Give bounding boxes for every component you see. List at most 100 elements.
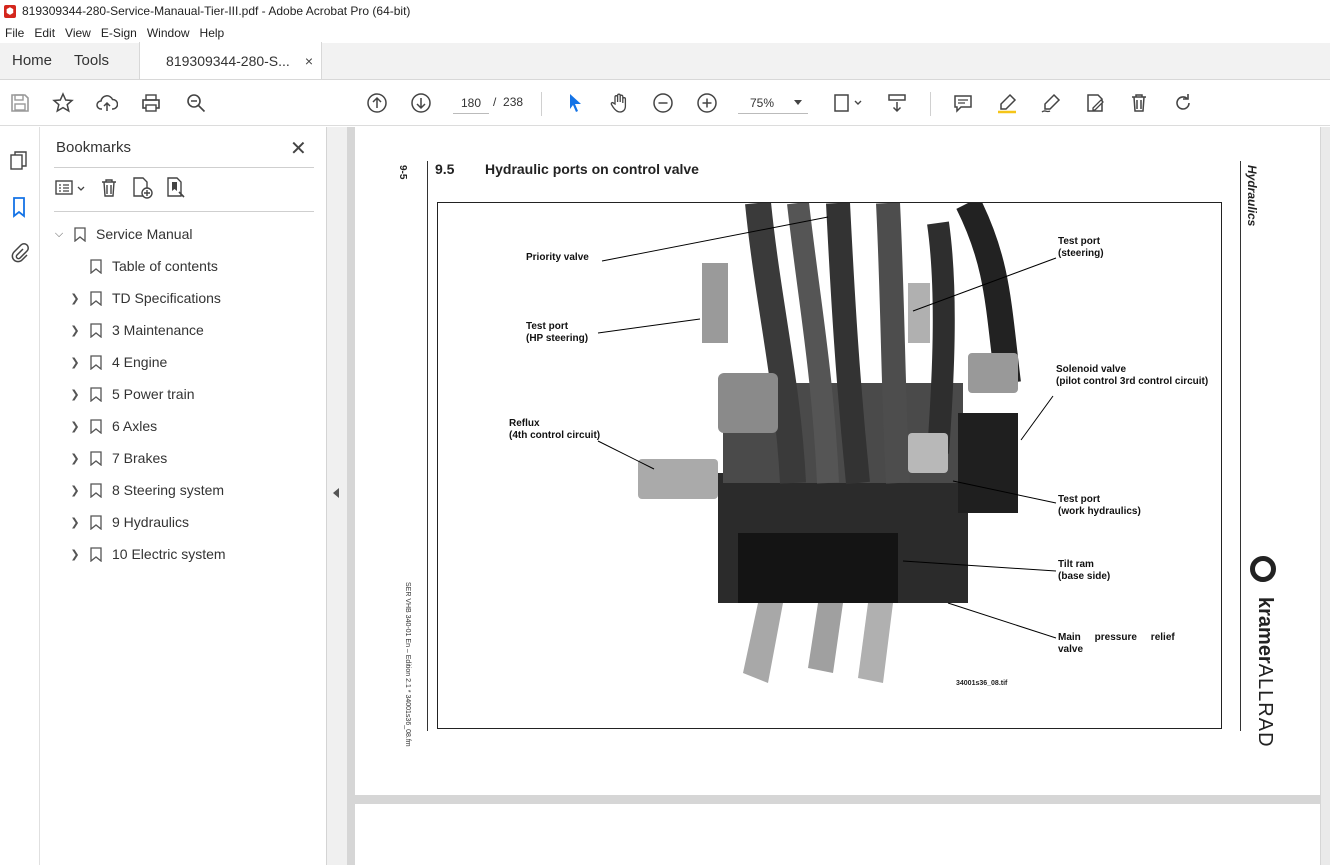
bookmark-axles[interactable]: ❯ 6 Axles [68,414,157,438]
save-icon[interactable] [7,90,33,116]
panel-divider [54,211,314,212]
bookmark-icon [90,290,102,306]
main-toolbar: / 238 75% [0,80,1330,126]
rotate-icon[interactable] [1170,90,1196,116]
menu-help[interactable]: Help [195,26,230,40]
page-thumbnails-icon[interactable] [7,149,31,173]
tab-document[interactable]: 819309344-280-S... × [139,42,323,79]
bookmark-electric-system[interactable]: ❯ 10 Electric system [68,542,225,566]
callout-reflux: Reflux (4th control circuit) [509,418,601,441]
kramer-logo-icon [1250,556,1276,582]
bookmark-service-manual[interactable]: ⌵ Service Manual [52,222,193,246]
comment-icon[interactable] [950,90,976,116]
chevron-right-icon[interactable]: ❯ [68,516,82,529]
highlight-pen-icon[interactable] [994,90,1020,116]
bookmarks-panel: Bookmarks ✕ ⌵ Service Manual Table of co… [40,127,327,865]
delete-icon[interactable] [1126,90,1152,116]
menu-window[interactable]: Window [142,26,195,40]
chevron-right-icon[interactable]: ❯ [68,548,82,561]
page-fit-icon[interactable] [830,90,864,116]
hydraulic-valve-figure: Priority valve Test port (HP steering) Re… [437,197,1222,729]
menu-edit[interactable]: Edit [29,26,60,40]
chevron-right-icon[interactable]: ❯ [68,292,82,305]
tab-tools[interactable]: Tools [64,42,121,79]
toolbar-divider [541,92,542,116]
star-icon[interactable] [50,90,76,116]
bookmark-brakes[interactable]: ❯ 7 Brakes [68,446,167,470]
panel-divider [54,167,314,168]
figure-filename: 34001s36_08.tif [956,680,1008,687]
menu-view[interactable]: View [60,26,96,40]
document-viewer[interactable]: 9-5 9.5 Hydraulic ports on control valve [347,127,1330,865]
bookmark-icon [90,514,102,530]
select-cursor-icon[interactable] [562,90,588,116]
page-side-number: 9-5 [397,165,408,180]
callout-priority-valve: Priority valve [526,252,589,263]
chevron-right-icon[interactable]: ❯ [68,420,82,433]
chevron-right-icon[interactable]: ❯ [68,452,82,465]
section-title: Hydraulic ports on control valve [485,161,699,177]
acrobat-app-icon: ⬢ [4,4,16,18]
bookmark-icon [90,322,102,338]
bookmark-hydraulics[interactable]: ❯ 9 Hydraulics [68,510,189,534]
tab-bar: Home Tools 819309344-280-S... × [0,42,1330,80]
zoom-search-icon[interactable] [183,90,209,116]
section-number: 9.5 [435,161,455,177]
bookmark-icon [90,354,102,370]
window-titlebar: ⬢ 819309344-280-Service-Manaual-Tier-III… [0,0,1330,22]
bookmark-table-of-contents[interactable]: Table of contents [68,254,218,278]
page-total: / 238 [493,95,524,109]
bookmark-td-specifications[interactable]: ❯ TD Specifications [68,286,221,310]
bookmark-steering-system[interactable]: ❯ 8 Steering system [68,478,224,502]
left-navigation-rail [0,127,40,865]
page-rule-right [1240,161,1241,731]
attachments-paperclip-icon[interactable] [7,240,31,264]
page-number-input[interactable] [453,92,489,114]
callout-tilt-ram: Tilt ram (base side) [1058,559,1111,582]
close-tab-icon[interactable]: × [305,53,313,69]
callout-test-port-hp: Test port (HP steering) [526,321,589,344]
edit-pdf-icon[interactable] [1082,90,1108,116]
kramer-allrad-brand: kramerALLRAD [1254,597,1276,748]
bookmark-power-train[interactable]: ❯ 5 Power train [68,382,194,406]
bookmarks-icon[interactable] [7,195,31,219]
page-footer-text: SER VHB 340-01 En – Edition 2.1 * 34001s… [404,582,411,747]
chevron-right-icon[interactable]: ❯ [68,324,82,337]
delete-bookmark-icon[interactable] [98,177,120,204]
bookmark-icon [90,386,102,402]
bookmarks-panel-title: Bookmarks [56,139,132,156]
chevron-right-icon[interactable]: ❯ [68,356,82,369]
previous-page-icon[interactable] [364,90,390,116]
bookmark-maintenance[interactable]: ❯ 3 Maintenance [68,318,203,342]
chevron-down-icon[interactable]: ⌵ [52,228,66,241]
bookmark-icon [90,546,102,562]
collapse-panel-handle[interactable] [327,127,347,865]
cloud-upload-icon[interactable] [94,90,120,116]
bookmark-icon [90,418,102,434]
menu-file[interactable]: File [0,26,29,40]
window-title: 819309344-280-Service-Manaual-Tier-III.p… [22,4,411,18]
zoom-level-dropdown[interactable]: 75% [738,92,808,114]
chevron-right-icon[interactable]: ❯ [68,484,82,497]
bookmark-icon [90,482,102,498]
zoom-out-icon[interactable] [650,90,676,116]
bookmark-engine[interactable]: ❯ 4 Engine [68,350,167,374]
scroll-mode-icon[interactable] [884,90,910,116]
page-rule-left [427,161,428,731]
sign-icon[interactable] [1038,90,1064,116]
chevron-right-icon[interactable]: ❯ [68,388,82,401]
next-page-icon[interactable] [408,90,434,116]
zoom-in-icon[interactable] [694,90,720,116]
find-bookmark-icon[interactable] [164,176,188,205]
tab-home[interactable]: Home [0,42,64,79]
hand-tool-icon[interactable] [606,90,632,116]
menu-esign[interactable]: E-Sign [96,26,142,40]
chevron-down-icon [794,100,802,105]
bookmark-options-icon[interactable] [54,177,88,204]
toolbar-divider [930,92,931,116]
bookmark-icon [90,450,102,466]
print-icon[interactable] [138,90,164,116]
vertical-scrollbar[interactable] [1321,127,1330,865]
close-panel-icon[interactable]: ✕ [290,136,307,161]
new-bookmark-icon[interactable] [130,176,154,205]
